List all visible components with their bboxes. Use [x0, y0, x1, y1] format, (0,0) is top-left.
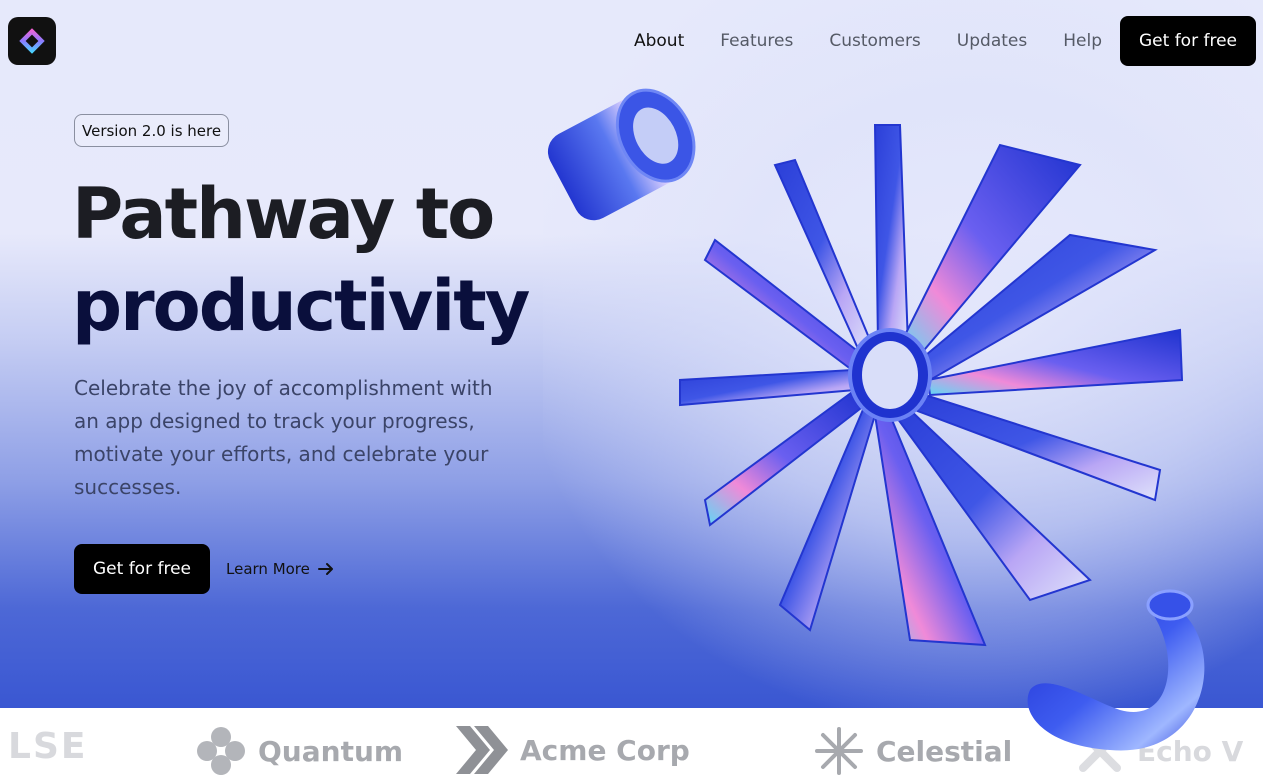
nav-customers[interactable]: Customers: [829, 31, 920, 51]
logo-acme-corp-label: Acme Corp: [520, 733, 690, 767]
app-logo[interactable]: [8, 17, 56, 65]
hero-title-line-1: Pathway to: [72, 173, 495, 255]
hero-subtitle: Celebrate the joy of accomplishment with…: [74, 376, 493, 499]
nav-get-for-free-button[interactable]: Get for free: [1120, 16, 1256, 66]
learn-more-label: Learn More: [226, 560, 310, 578]
arrow-right-icon: [317, 562, 334, 576]
hero-cta-row: Get for free Learn More: [74, 544, 334, 594]
asterisk-icon: [814, 726, 864, 775]
diamond-logo-icon: [19, 28, 45, 54]
nav-updates[interactable]: Updates: [957, 31, 1027, 51]
logo-quantum: Quantum: [196, 726, 403, 775]
learn-more-link[interactable]: Learn More: [226, 560, 334, 578]
logo-echo-label: Echo V: [1137, 734, 1244, 768]
x-icon: [1075, 726, 1125, 775]
hero-background: [0, 0, 1263, 708]
hero-title-line-2: productivity: [72, 265, 530, 347]
nav-about[interactable]: About: [634, 31, 684, 51]
logo-lse: LSE: [8, 726, 87, 767]
version-badge[interactable]: Version 2.0 is here: [74, 114, 230, 147]
logo-lse-label: LSE: [8, 726, 88, 767]
nav-help[interactable]: Help: [1063, 31, 1102, 51]
hero-title: Pathway to productivity: [72, 168, 530, 352]
logo-acme-corp: Acme Corp: [456, 726, 690, 774]
nav-features[interactable]: Features: [720, 31, 793, 51]
logo-quantum-label: Quantum: [258, 734, 404, 768]
clover-icon: [196, 726, 246, 775]
logo-celestial: Celestial: [814, 726, 1012, 775]
get-for-free-button[interactable]: Get for free: [74, 544, 210, 594]
top-navigation: About Features Customers Updates Help Ge…: [634, 16, 1256, 66]
logo-echo: Echo V: [1075, 726, 1243, 775]
customer-logos-strip: LSE Quantum Acme Corp Celestial Echo V: [0, 708, 1263, 775]
logo-celestial-label: Celestial: [876, 734, 1013, 768]
chevrons-icon: [456, 726, 508, 774]
